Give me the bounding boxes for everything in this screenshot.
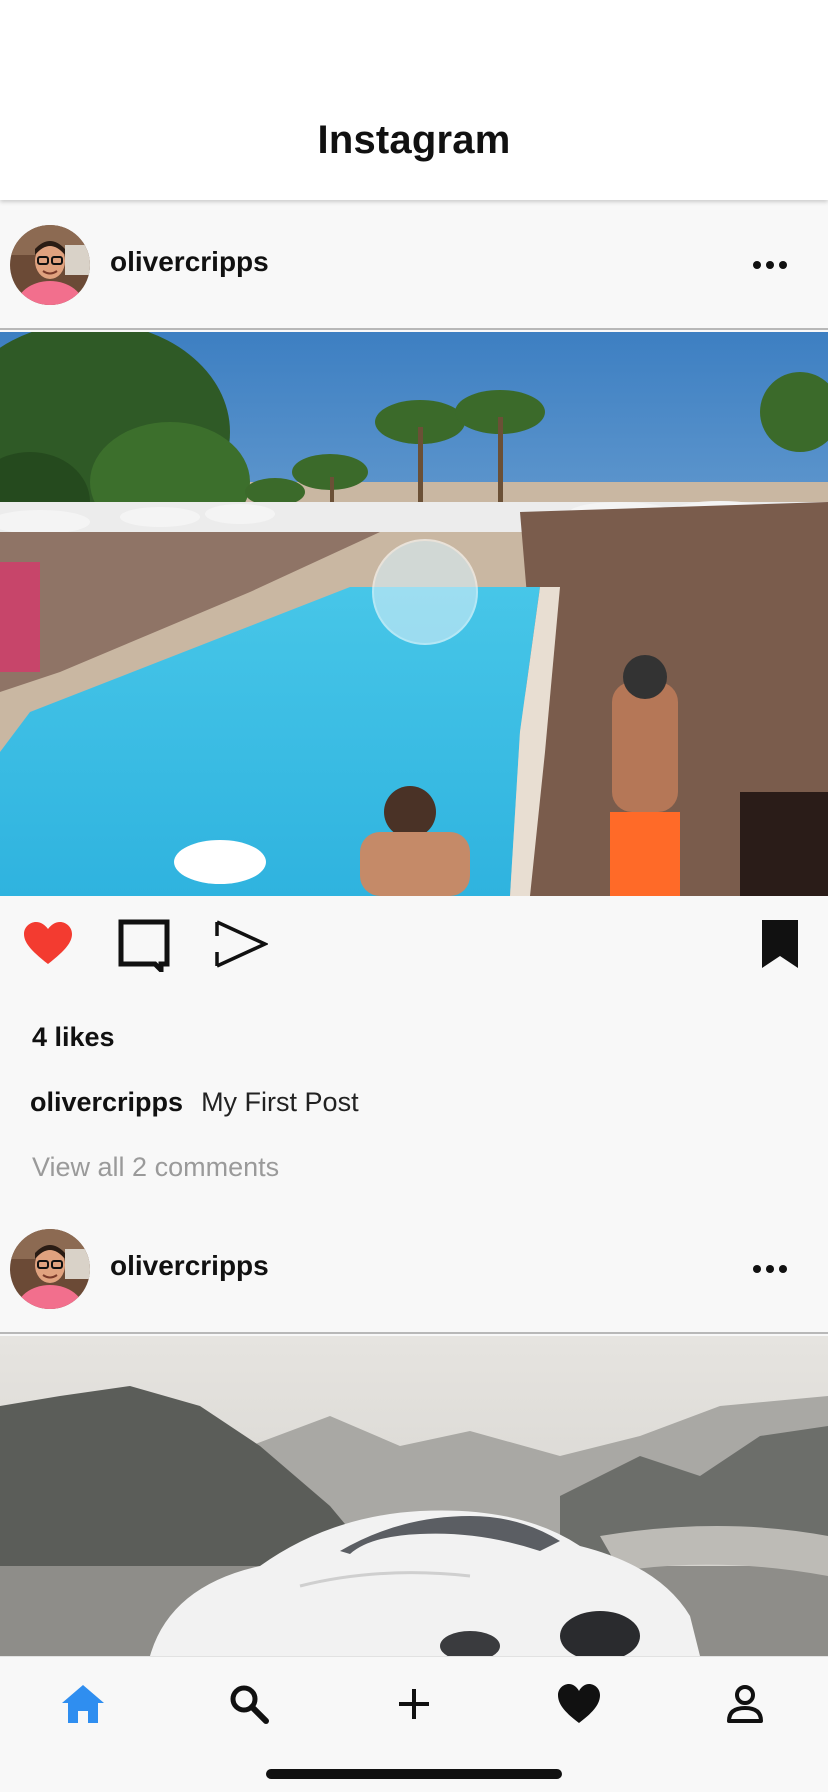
likes-count[interactable]: 4 likes [32, 1022, 115, 1053]
post-actions [0, 896, 828, 992]
bookmark-icon[interactable] [752, 916, 808, 972]
tab-bar [0, 1656, 828, 1792]
home-indicator [266, 1769, 562, 1779]
heart-icon[interactable] [554, 1679, 604, 1729]
post-header: olivercripps [0, 200, 828, 330]
more-options-icon[interactable] [750, 1254, 790, 1284]
view-comments-link[interactable]: View all 2 comments [32, 1152, 279, 1183]
profile-icon[interactable] [720, 1679, 770, 1729]
caption-text: My First Post [201, 1087, 359, 1117]
post-header: olivercripps [0, 1204, 828, 1334]
app-title: Instagram [317, 118, 511, 162]
avatar[interactable] [10, 225, 90, 305]
heart-icon[interactable] [20, 916, 76, 972]
post-image[interactable] [0, 1336, 828, 1656]
share-icon[interactable] [212, 916, 270, 972]
post-username[interactable]: olivercripps [110, 246, 269, 278]
post-username[interactable]: olivercripps [110, 1250, 269, 1282]
post-caption: olivercripps My First Post [30, 1087, 359, 1118]
caption-username[interactable]: olivercripps [30, 1087, 183, 1117]
plus-icon[interactable] [389, 1679, 439, 1729]
avatar[interactable] [10, 1229, 90, 1309]
comment-icon[interactable] [116, 916, 172, 977]
post-image[interactable] [0, 332, 828, 896]
search-icon[interactable] [224, 1679, 274, 1729]
more-options-icon[interactable] [750, 250, 790, 280]
app-header: Instagram [0, 0, 828, 200]
home-icon[interactable] [58, 1679, 108, 1729]
